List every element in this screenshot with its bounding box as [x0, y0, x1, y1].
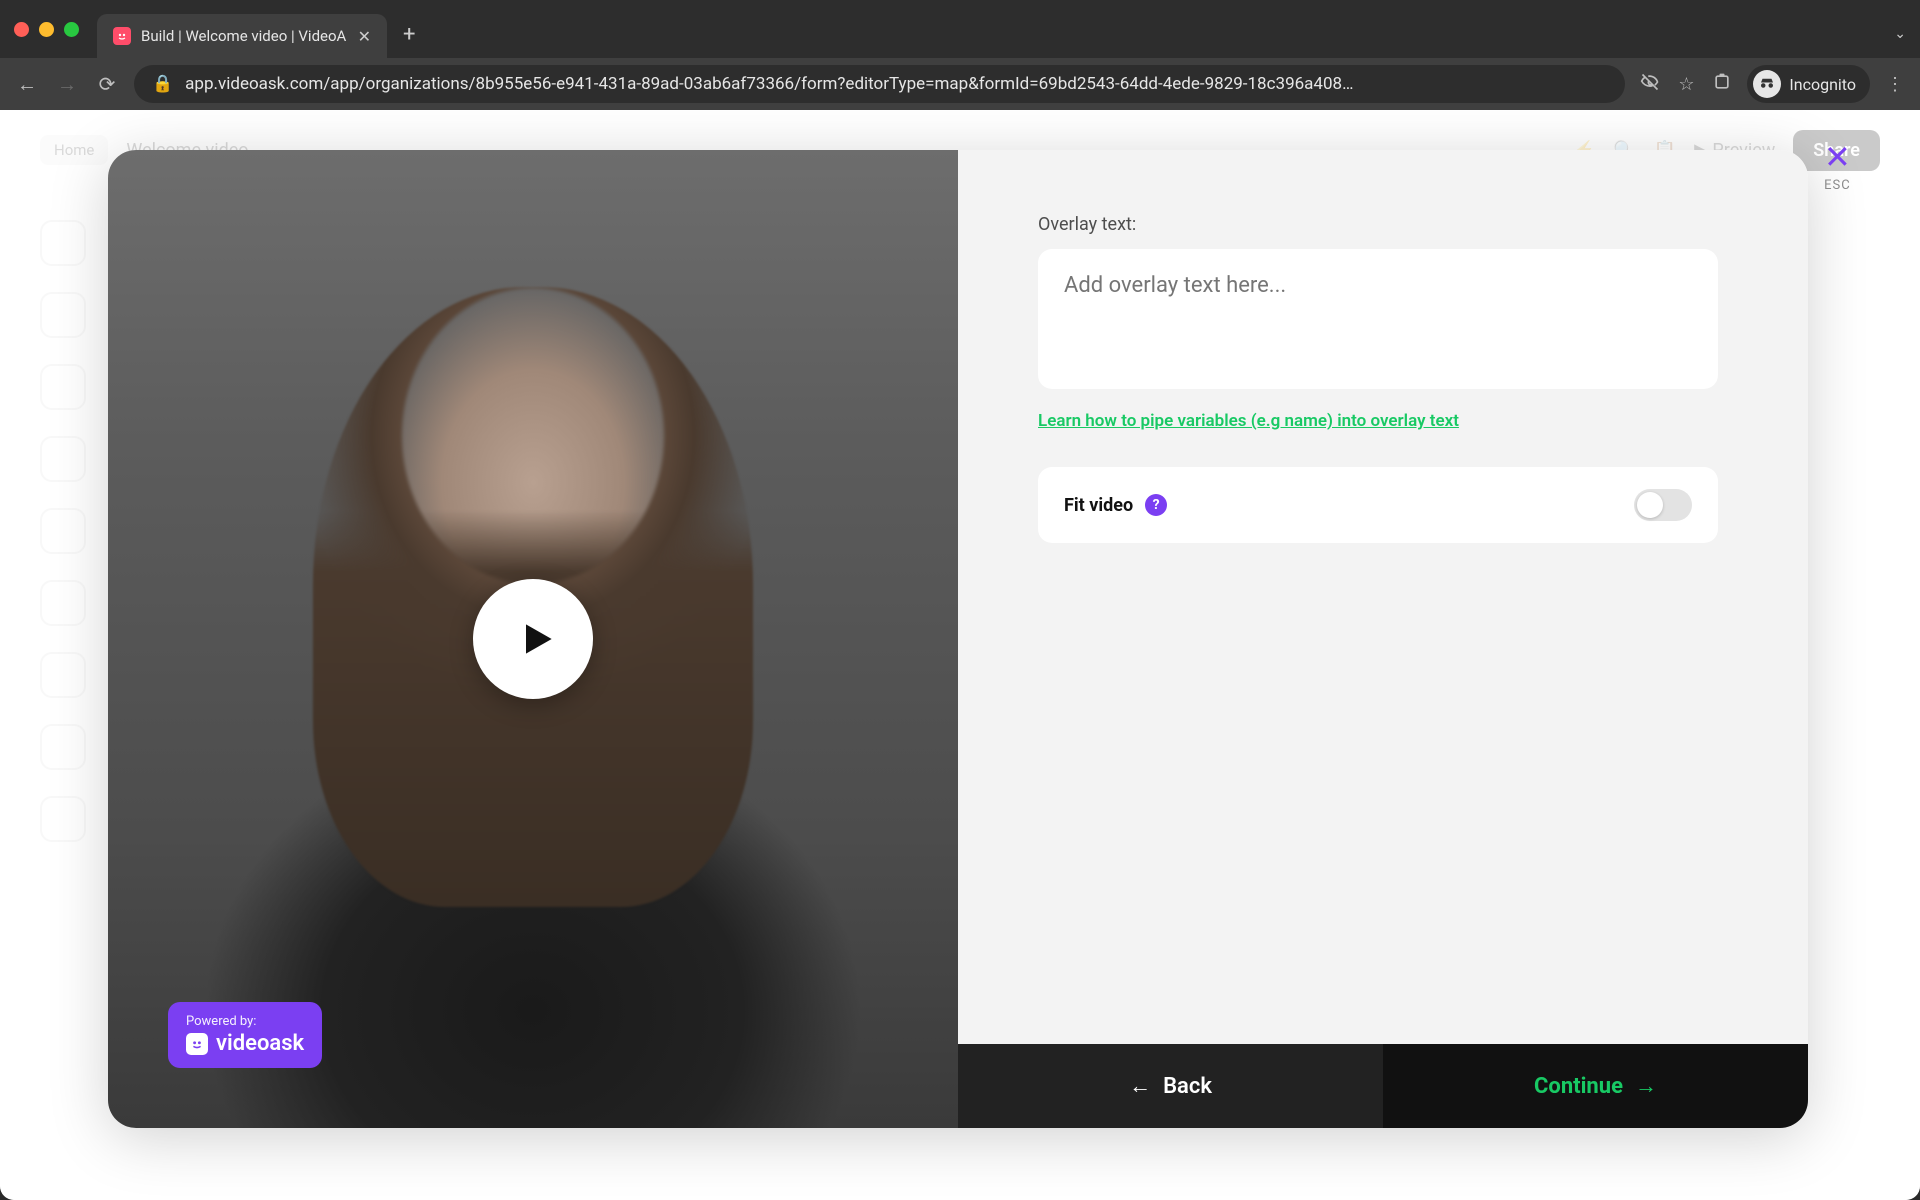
play-icon — [515, 617, 559, 661]
page-content: Home Welcome video ⚡ 🔍 📋 ▶ Preview Share — [0, 110, 1920, 1200]
powered-by-label: Powered by: — [186, 1014, 304, 1029]
incognito-icon — [1753, 70, 1781, 98]
extensions-icon[interactable] — [1711, 72, 1733, 97]
back-button[interactable]: ← Back — [958, 1044, 1383, 1128]
window-zoom[interactable] — [64, 22, 79, 37]
modal: Powered by: videoask Overlay text: Learn… — [108, 150, 1808, 1128]
window-controls — [14, 22, 79, 37]
nav-forward-icon[interactable]: → — [54, 72, 80, 97]
overlay-text-input[interactable] — [1038, 249, 1718, 389]
url-field[interactable]: 🔒 app.videoask.com/app/organizations/8b9… — [134, 65, 1625, 103]
secure-lock-icon: 🔒 — [152, 74, 173, 94]
overlay-text-label: Overlay text: — [1038, 214, 1728, 235]
video-preview: Powered by: videoask — [108, 150, 958, 1128]
incognito-chip[interactable]: Incognito — [1747, 65, 1870, 103]
browser-tab[interactable]: Build | Welcome video | VideoA ✕ — [97, 14, 387, 58]
videoask-logo-icon — [186, 1033, 208, 1055]
play-button[interactable] — [473, 579, 593, 699]
tabs-overflow-icon[interactable]: ⌄ — [1894, 26, 1906, 42]
arrow-right-icon: → — [1635, 1073, 1657, 1099]
new-tab-button[interactable]: + — [403, 22, 415, 47]
powered-by-brand: videoask — [216, 1031, 304, 1056]
continue-button-label: Continue — [1534, 1074, 1623, 1099]
bookmark-star-icon[interactable]: ☆ — [1675, 74, 1697, 95]
fit-video-row: Fit video ? — [1038, 467, 1718, 543]
pipe-variables-help-link[interactable]: Learn how to pipe variables (e.g name) i… — [1038, 411, 1459, 431]
nav-reload-icon[interactable]: ⟳ — [94, 72, 120, 96]
browser-menu-icon[interactable]: ⋮ — [1884, 74, 1906, 95]
modal-footer: ← Back Continue → — [958, 1044, 1808, 1128]
tab-favicon-icon — [113, 27, 131, 45]
fit-video-label: Fit video — [1064, 495, 1133, 516]
help-icon[interactable]: ? — [1145, 494, 1167, 516]
window-close[interactable] — [14, 22, 29, 37]
close-esc-label: ESC — [1824, 178, 1851, 193]
tab-close-icon[interactable]: ✕ — [358, 27, 371, 46]
tab-title: Build | Welcome video | VideoA — [141, 27, 346, 45]
arrow-left-icon: ← — [1129, 1073, 1151, 1099]
fit-video-toggle[interactable] — [1634, 489, 1692, 521]
close-modal-icon[interactable]: ✕ — [1824, 138, 1851, 176]
modal-form-panel: Overlay text: Learn how to pipe variable… — [958, 150, 1808, 1128]
url-text: app.videoask.com/app/organizations/8b955… — [185, 74, 1353, 94]
nav-back-icon[interactable]: ← — [14, 72, 40, 97]
back-button-label: Back — [1163, 1074, 1212, 1099]
powered-by-badge[interactable]: Powered by: videoask — [168, 1002, 322, 1068]
window-minimize[interactable] — [39, 22, 54, 37]
browser-address-bar: ← → ⟳ 🔒 app.videoask.com/app/organizatio… — [0, 58, 1920, 110]
continue-button[interactable]: Continue → — [1383, 1044, 1808, 1128]
browser-tab-strip: Build | Welcome video | VideoA ✕ + ⌄ — [0, 0, 1920, 58]
incognito-label: Incognito — [1789, 75, 1856, 94]
toggle-knob — [1637, 492, 1663, 518]
eye-off-icon[interactable] — [1639, 72, 1661, 97]
